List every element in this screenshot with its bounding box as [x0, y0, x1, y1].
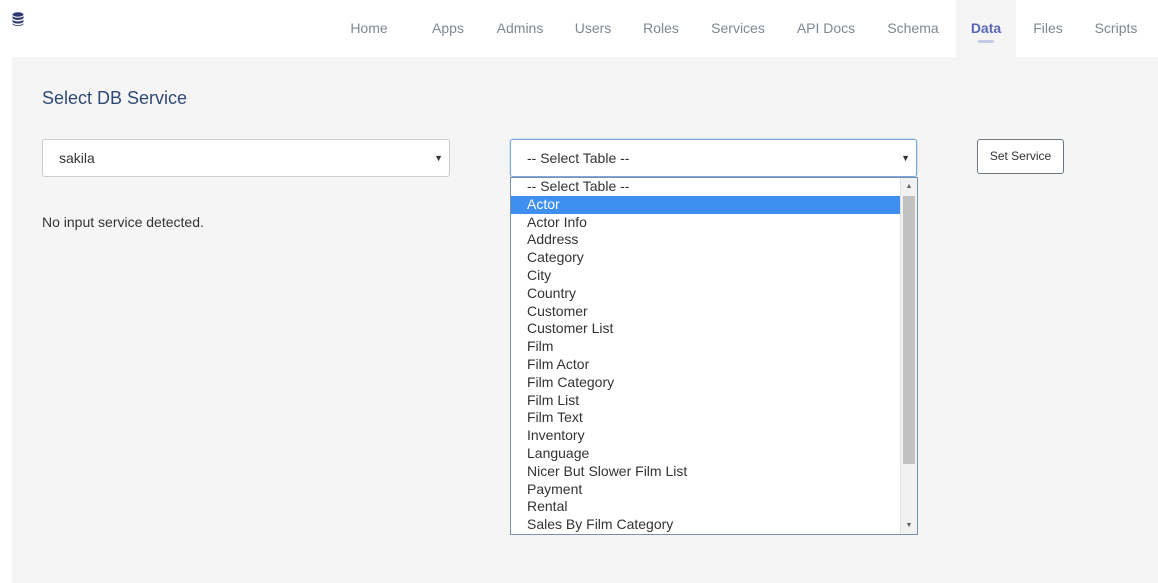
table-select[interactable]: -- Select Table -- ▼	[510, 139, 917, 177]
table-option[interactable]: Customer	[511, 303, 901, 321]
table-option[interactable]: Rental	[511, 498, 901, 516]
page-title: Select DB Service	[42, 88, 188, 108]
table-option[interactable]: Address	[511, 231, 901, 249]
tab-files[interactable]: Files	[1020, 0, 1076, 57]
tab-schema[interactable]: Schema	[876, 0, 950, 57]
table-option[interactable]: Film Text	[511, 409, 901, 427]
table-option[interactable]: Sales By Film Category	[511, 516, 901, 534]
no-service-notice: No input service detected.	[42, 214, 204, 230]
tab-home[interactable]: Home	[336, 0, 402, 57]
table-option[interactable]: Payment	[511, 481, 901, 499]
table-option[interactable]: Film Actor	[511, 356, 901, 374]
service-select[interactable]: sakila ▼	[42, 139, 450, 177]
dropdown-scrollbar[interactable]: ▲ ▼	[900, 178, 917, 534]
table-option[interactable]: Country	[511, 285, 901, 303]
caret-down-icon: ▼	[901, 153, 910, 163]
table-option[interactable]: Language	[511, 445, 901, 463]
tab-api-docs[interactable]: API Docs	[786, 0, 866, 57]
table-select-value: -- Select Table --	[527, 150, 630, 166]
tab-admins[interactable]: Admins	[485, 0, 555, 57]
tab-users[interactable]: Users	[563, 0, 623, 57]
table-option[interactable]: Film List	[511, 392, 901, 410]
scroll-up-arrow-icon[interactable]: ▲	[901, 178, 917, 195]
table-option[interactable]: Nicer But Slower Film List	[511, 463, 901, 481]
tab-apps[interactable]: Apps	[418, 0, 478, 57]
table-option[interactable]: City	[511, 267, 901, 285]
tab-scripts[interactable]: Scripts	[1084, 0, 1148, 57]
service-select-value: sakila	[59, 150, 95, 166]
database-icon[interactable]	[12, 12, 24, 26]
top-navigation-bar: Home Apps Admins Users Roles Services AP…	[0, 0, 1158, 57]
table-option[interactable]: Film	[511, 338, 901, 356]
table-option[interactable]: Category	[511, 249, 901, 267]
set-service-button[interactable]: Set Service	[977, 139, 1064, 174]
table-option[interactable]: Film Category	[511, 374, 901, 392]
caret-down-icon: ▼	[434, 153, 443, 163]
table-option[interactable]: Customer List	[511, 320, 901, 338]
tab-services[interactable]: Services	[702, 0, 774, 57]
table-option-highlighted[interactable]: Actor	[511, 195, 901, 214]
table-option[interactable]: Actor Info	[511, 214, 901, 232]
tab-data[interactable]: Data	[956, 0, 1016, 57]
table-select-dropdown[interactable]: -- Select Table -- Actor Actor Info Addr…	[510, 177, 918, 535]
table-option[interactable]: -- Select Table --	[511, 178, 901, 196]
scrollbar-thumb[interactable]	[903, 196, 915, 464]
table-option[interactable]: Inventory	[511, 427, 901, 445]
scroll-down-arrow-icon[interactable]: ▼	[901, 517, 917, 534]
tab-roles[interactable]: Roles	[631, 0, 691, 57]
